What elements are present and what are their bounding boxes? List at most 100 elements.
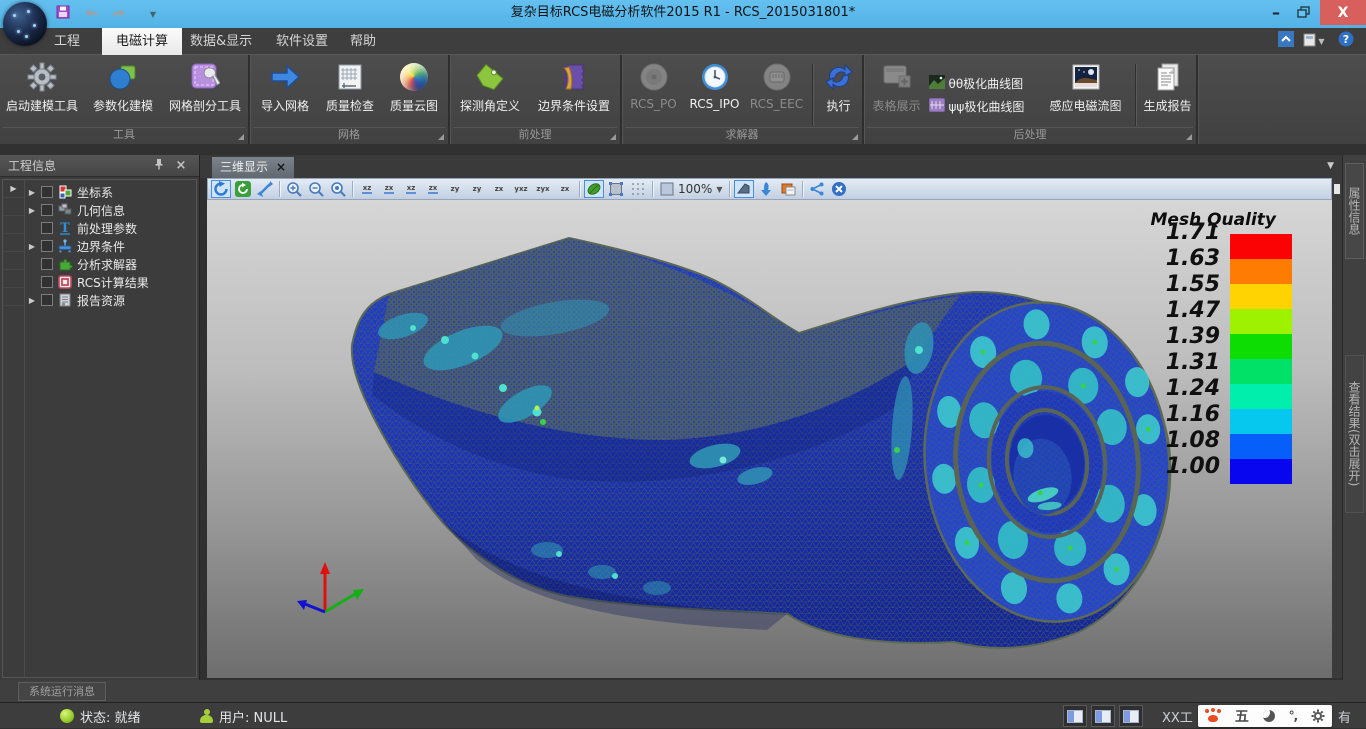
orbit-button[interactable]: [233, 180, 253, 198]
checkbox[interactable]: [41, 222, 53, 234]
group-expand-icon[interactable]: [852, 134, 858, 140]
view-iso2-button[interactable]: yxz: [511, 180, 531, 198]
expand-icon[interactable]: ▶: [27, 242, 37, 251]
ime-logo-paw-icon[interactable]: [1205, 709, 1221, 723]
app-logo[interactable]: [3, 2, 47, 46]
tree-item-report-resource[interactable]: ▶ 报告资源: [27, 291, 125, 309]
tab-project[interactable]: 工程: [40, 28, 94, 55]
quality-check-button[interactable]: 质量检查: [318, 59, 382, 114]
view-xz-button[interactable]: xz: [357, 180, 377, 198]
viewport-scrollbar[interactable]: [1332, 178, 1342, 678]
close-tab-icon[interactable]: ×: [276, 160, 286, 174]
view-zx-button[interactable]: zx: [379, 180, 399, 198]
tab-list-dropdown[interactable]: ▼: [1327, 161, 1334, 171]
tab-settings[interactable]: 软件设置: [262, 28, 342, 55]
tab-help[interactable]: 帮助: [336, 28, 390, 55]
ime-mode-button[interactable]: 五: [1235, 706, 1249, 726]
wireframe-mode-button[interactable]: [606, 180, 626, 198]
rcs-ipo-button[interactable]: RCS_IPO: [684, 59, 746, 111]
probe-angle-define-button[interactable]: 探测角定义: [451, 59, 529, 114]
view-iso4-button[interactable]: zx: [555, 180, 575, 198]
mesh-partition-tool-button[interactable]: 网格剖分工具: [163, 59, 247, 114]
rcs-po-button[interactable]: RCS_PO: [624, 59, 684, 111]
zoom-fit-button[interactable]: [328, 180, 348, 198]
view-zy-button[interactable]: zy: [445, 180, 465, 198]
gutter-arrow[interactable]: ▶: [3, 180, 24, 198]
layout-center-button[interactable]: [1091, 705, 1115, 727]
checkbox[interactable]: [41, 294, 53, 306]
right-dock-strip: 属性信息 查看结果(双击展开): [1342, 155, 1366, 680]
view-zy2-button[interactable]: zy: [467, 180, 487, 198]
zoom-in-button[interactable]: [284, 180, 304, 198]
table-display-button[interactable]: 表格展示: [865, 59, 929, 114]
tree-item-solver[interactable]: 分析求解器: [27, 255, 137, 273]
generate-report-button[interactable]: 生成报告: [1140, 59, 1196, 114]
close-button[interactable]: X: [1320, 0, 1366, 25]
boundary-condition-settings-button[interactable]: 边界条件设置: [529, 59, 619, 114]
tree-item-boundary-condition[interactable]: ▶ 边界条件: [27, 237, 125, 255]
tab-property-info[interactable]: 属性信息: [1345, 163, 1364, 259]
launch-modeling-tool-button[interactable]: 启动建模工具: [1, 59, 83, 114]
shaded-mode-button[interactable]: [584, 180, 604, 198]
parametric-modeling-button[interactable]: 参数化建模: [83, 59, 163, 114]
ime-punctuation-button[interactable]: °,: [1289, 709, 1298, 723]
tab-em-compute[interactable]: 电磁计算: [102, 28, 182, 55]
induced-current-map-button[interactable]: 感应电磁流图: [1041, 59, 1131, 114]
tab-data-display[interactable]: 数据&显示: [176, 28, 266, 55]
rcs-eec-button[interactable]: RCS_EEC: [746, 59, 808, 111]
pan-button[interactable]: [255, 180, 275, 198]
share-link-button[interactable]: [807, 180, 827, 198]
system-message-tab[interactable]: 系统运行消息: [18, 682, 106, 701]
expand-icon[interactable]: ▶: [27, 206, 37, 215]
checkbox[interactable]: [41, 186, 53, 198]
tree-item-coordinate-system[interactable]: ▶ 坐标系: [27, 183, 113, 201]
minimize-button[interactable]: –: [1262, 0, 1290, 24]
tree-item-preprocess-params[interactable]: T 前处理参数: [27, 219, 137, 237]
view-xz2-button[interactable]: xz: [401, 180, 421, 198]
expand-icon[interactable]: ▶: [27, 188, 37, 197]
group-expand-icon[interactable]: [1186, 134, 1192, 140]
tab-3d-display[interactable]: 三维显示×: [212, 157, 294, 178]
view-iso3-button[interactable]: zyx: [533, 180, 553, 198]
checkbox[interactable]: [41, 258, 53, 270]
quality-cloud-button[interactable]: 质量云图: [382, 59, 446, 114]
collapse-ribbon-button[interactable]: [1276, 31, 1296, 51]
close-view-button[interactable]: [829, 180, 849, 198]
zoom-box-icon: [660, 182, 674, 196]
window-style-button[interactable]: ▼: [1300, 31, 1328, 51]
viewport-3d[interactable]: Mesh Quality 1.711.63 1.551.47 1.391.31 …: [207, 200, 1332, 678]
layout-right-button[interactable]: [1119, 705, 1143, 727]
psi-polarization-curve-button[interactable]: ψψ极化曲线图: [929, 98, 1041, 115]
points-mode-button[interactable]: [628, 180, 648, 198]
rotate-button[interactable]: [211, 180, 231, 198]
theta-polarization-curve-button[interactable]: θθ极化曲线图: [929, 75, 1041, 92]
close-icon[interactable]: ×: [173, 158, 189, 174]
tree-item-rcs-result[interactable]: RCS计算结果: [27, 273, 149, 291]
expand-icon[interactable]: ▶: [27, 296, 37, 305]
checkbox[interactable]: [41, 204, 53, 216]
layout-left-button[interactable]: [1063, 705, 1087, 727]
group-expand-icon[interactable]: [610, 134, 616, 140]
scene-manager-button[interactable]: [778, 180, 798, 198]
zoom-level-select[interactable]: 100% ▼: [656, 182, 726, 196]
tree-item-geometry-info[interactable]: ▶ 几何信息: [27, 201, 125, 219]
restore-button[interactable]: [1290, 0, 1318, 24]
previous-view-button[interactable]: [734, 180, 754, 198]
view-zx2-button[interactable]: zx: [423, 180, 443, 198]
tab-view-results[interactable]: 查看结果(双击展开): [1345, 355, 1364, 513]
checkbox[interactable]: [41, 240, 53, 252]
zoom-out-button[interactable]: [306, 180, 326, 198]
group-expand-icon[interactable]: [238, 134, 244, 140]
view-iso1-button[interactable]: zx: [489, 180, 509, 198]
checkbox[interactable]: [41, 276, 53, 288]
group-expand-icon[interactable]: [438, 134, 444, 140]
execute-button[interactable]: 执行: [817, 59, 861, 114]
view-down-button[interactable]: [756, 180, 776, 198]
ime-settings-gear-icon[interactable]: [1311, 709, 1325, 723]
axis-view-icon: xz: [362, 184, 373, 194]
ime-toolbar[interactable]: 五 °,: [1198, 705, 1332, 727]
import-mesh-button[interactable]: 导入网格: [252, 59, 318, 114]
ime-fullhalf-moon-icon[interactable]: [1263, 710, 1275, 722]
pin-icon[interactable]: [151, 158, 167, 174]
help-button[interactable]: ?: [1336, 31, 1356, 51]
